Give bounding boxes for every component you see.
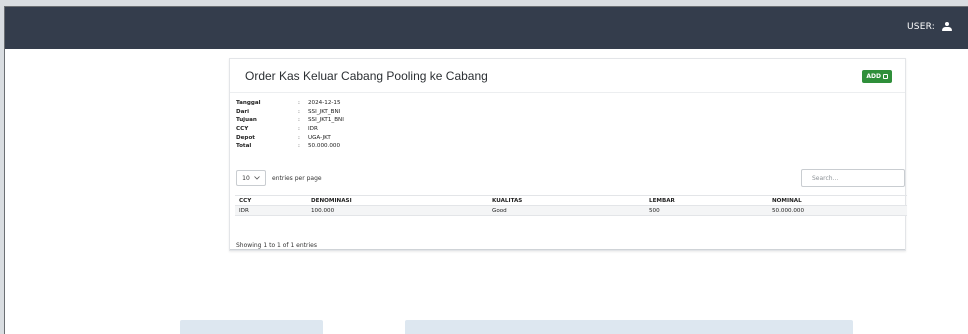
user-menu[interactable]: USER: — [907, 22, 952, 32]
info-row-total: Total : 50.000.000 — [236, 142, 344, 151]
order-info: Tanggal : 2024-12-15 Dari : SSI_JKT_BNI … — [236, 99, 344, 151]
info-value: IDR — [308, 126, 318, 133]
column-header-denominasi[interactable]: DENOMINASI — [307, 195, 488, 206]
info-key: Dari — [236, 108, 250, 115]
info-row-dari: Dari : SSI_JKT_BNI — [236, 108, 344, 117]
info-row-tujuan: Tujuan : SSI_JKT1_BNI — [236, 116, 344, 125]
info-key: Depot — [236, 134, 255, 141]
column-header-ccy[interactable]: CCY — [235, 195, 307, 206]
info-separator: : — [298, 126, 300, 133]
table-header-row: CCY DENOMINASI KUALITAS LEMBAR NOMINAL — [235, 195, 907, 206]
top-navbar: USER: — [5, 7, 968, 49]
add-button-label: ADD — [866, 73, 881, 80]
column-header-kualitas[interactable]: KUALITAS — [488, 195, 645, 206]
info-row-ccy: CCY : IDR — [236, 125, 344, 134]
card-header: Order Kas Keluar Cabang Pooling ke Caban… — [230, 59, 905, 93]
table-cell: 50.000.000 — [768, 205, 907, 216]
info-value: 2024-12-15 — [308, 100, 341, 107]
bottom-panel-right — [405, 320, 853, 334]
info-key: CCY — [236, 126, 249, 133]
info-key: Total — [236, 143, 252, 150]
page-title: Order Kas Keluar Cabang Pooling ke Caban… — [245, 69, 488, 83]
info-separator: : — [298, 134, 300, 141]
add-button[interactable]: ADD — [862, 70, 892, 83]
user-label: USER: — [907, 22, 935, 32]
search-input[interactable]: Search... — [801, 169, 905, 187]
table-cell: Good — [488, 205, 645, 216]
info-row-tanggal: Tanggal : 2024-12-15 — [236, 99, 344, 108]
info-value: 50.000.000 — [308, 143, 341, 150]
page-size-control: 10 entries per page — [236, 170, 322, 186]
page-size-label: entries per page — [272, 174, 322, 182]
info-separator: : — [298, 117, 300, 124]
chevron-down-icon — [254, 175, 260, 182]
info-row-depot: Depot : UGA-JKT — [236, 133, 344, 142]
info-separator: : — [298, 108, 300, 115]
page-size-value: 10 — [242, 174, 250, 182]
info-key: Tujuan — [236, 117, 257, 124]
info-separator: : — [298, 100, 300, 107]
info-value: SSI_JKT1_BNI — [308, 117, 344, 124]
table-cell: IDR — [235, 205, 307, 216]
denomination-table: CCY DENOMINASI KUALITAS LEMBAR NOMINAL I… — [235, 195, 907, 216]
app-window: USER: Order Kas Keluar Cabang Pooling ke… — [4, 6, 968, 334]
table-row: IDR 100.000 Good 500 50.000.000 — [235, 205, 907, 216]
order-card: Order Kas Keluar Cabang Pooling ke Caban… — [229, 58, 907, 251]
user-icon[interactable] — [942, 22, 952, 32]
table-cell: 100.000 — [307, 205, 488, 216]
info-value: SSI_JKT_BNI — [308, 108, 341, 115]
info-value: UGA-JKT — [308, 134, 331, 141]
page-size-select[interactable]: 10 — [236, 170, 266, 186]
info-key: Tanggal — [236, 100, 261, 107]
column-header-nominal[interactable]: NOMINAL — [768, 195, 907, 206]
table-cell: 500 — [645, 205, 768, 216]
column-header-lembar[interactable]: LEMBAR — [645, 195, 768, 206]
card-divider — [230, 249, 905, 250]
search-placeholder: Search... — [812, 174, 839, 182]
info-separator: : — [298, 143, 300, 150]
entries-info: Showing 1 to 1 of 1 entries — [236, 242, 317, 249]
bottom-panel-left — [180, 320, 323, 334]
square-icon — [883, 74, 888, 79]
